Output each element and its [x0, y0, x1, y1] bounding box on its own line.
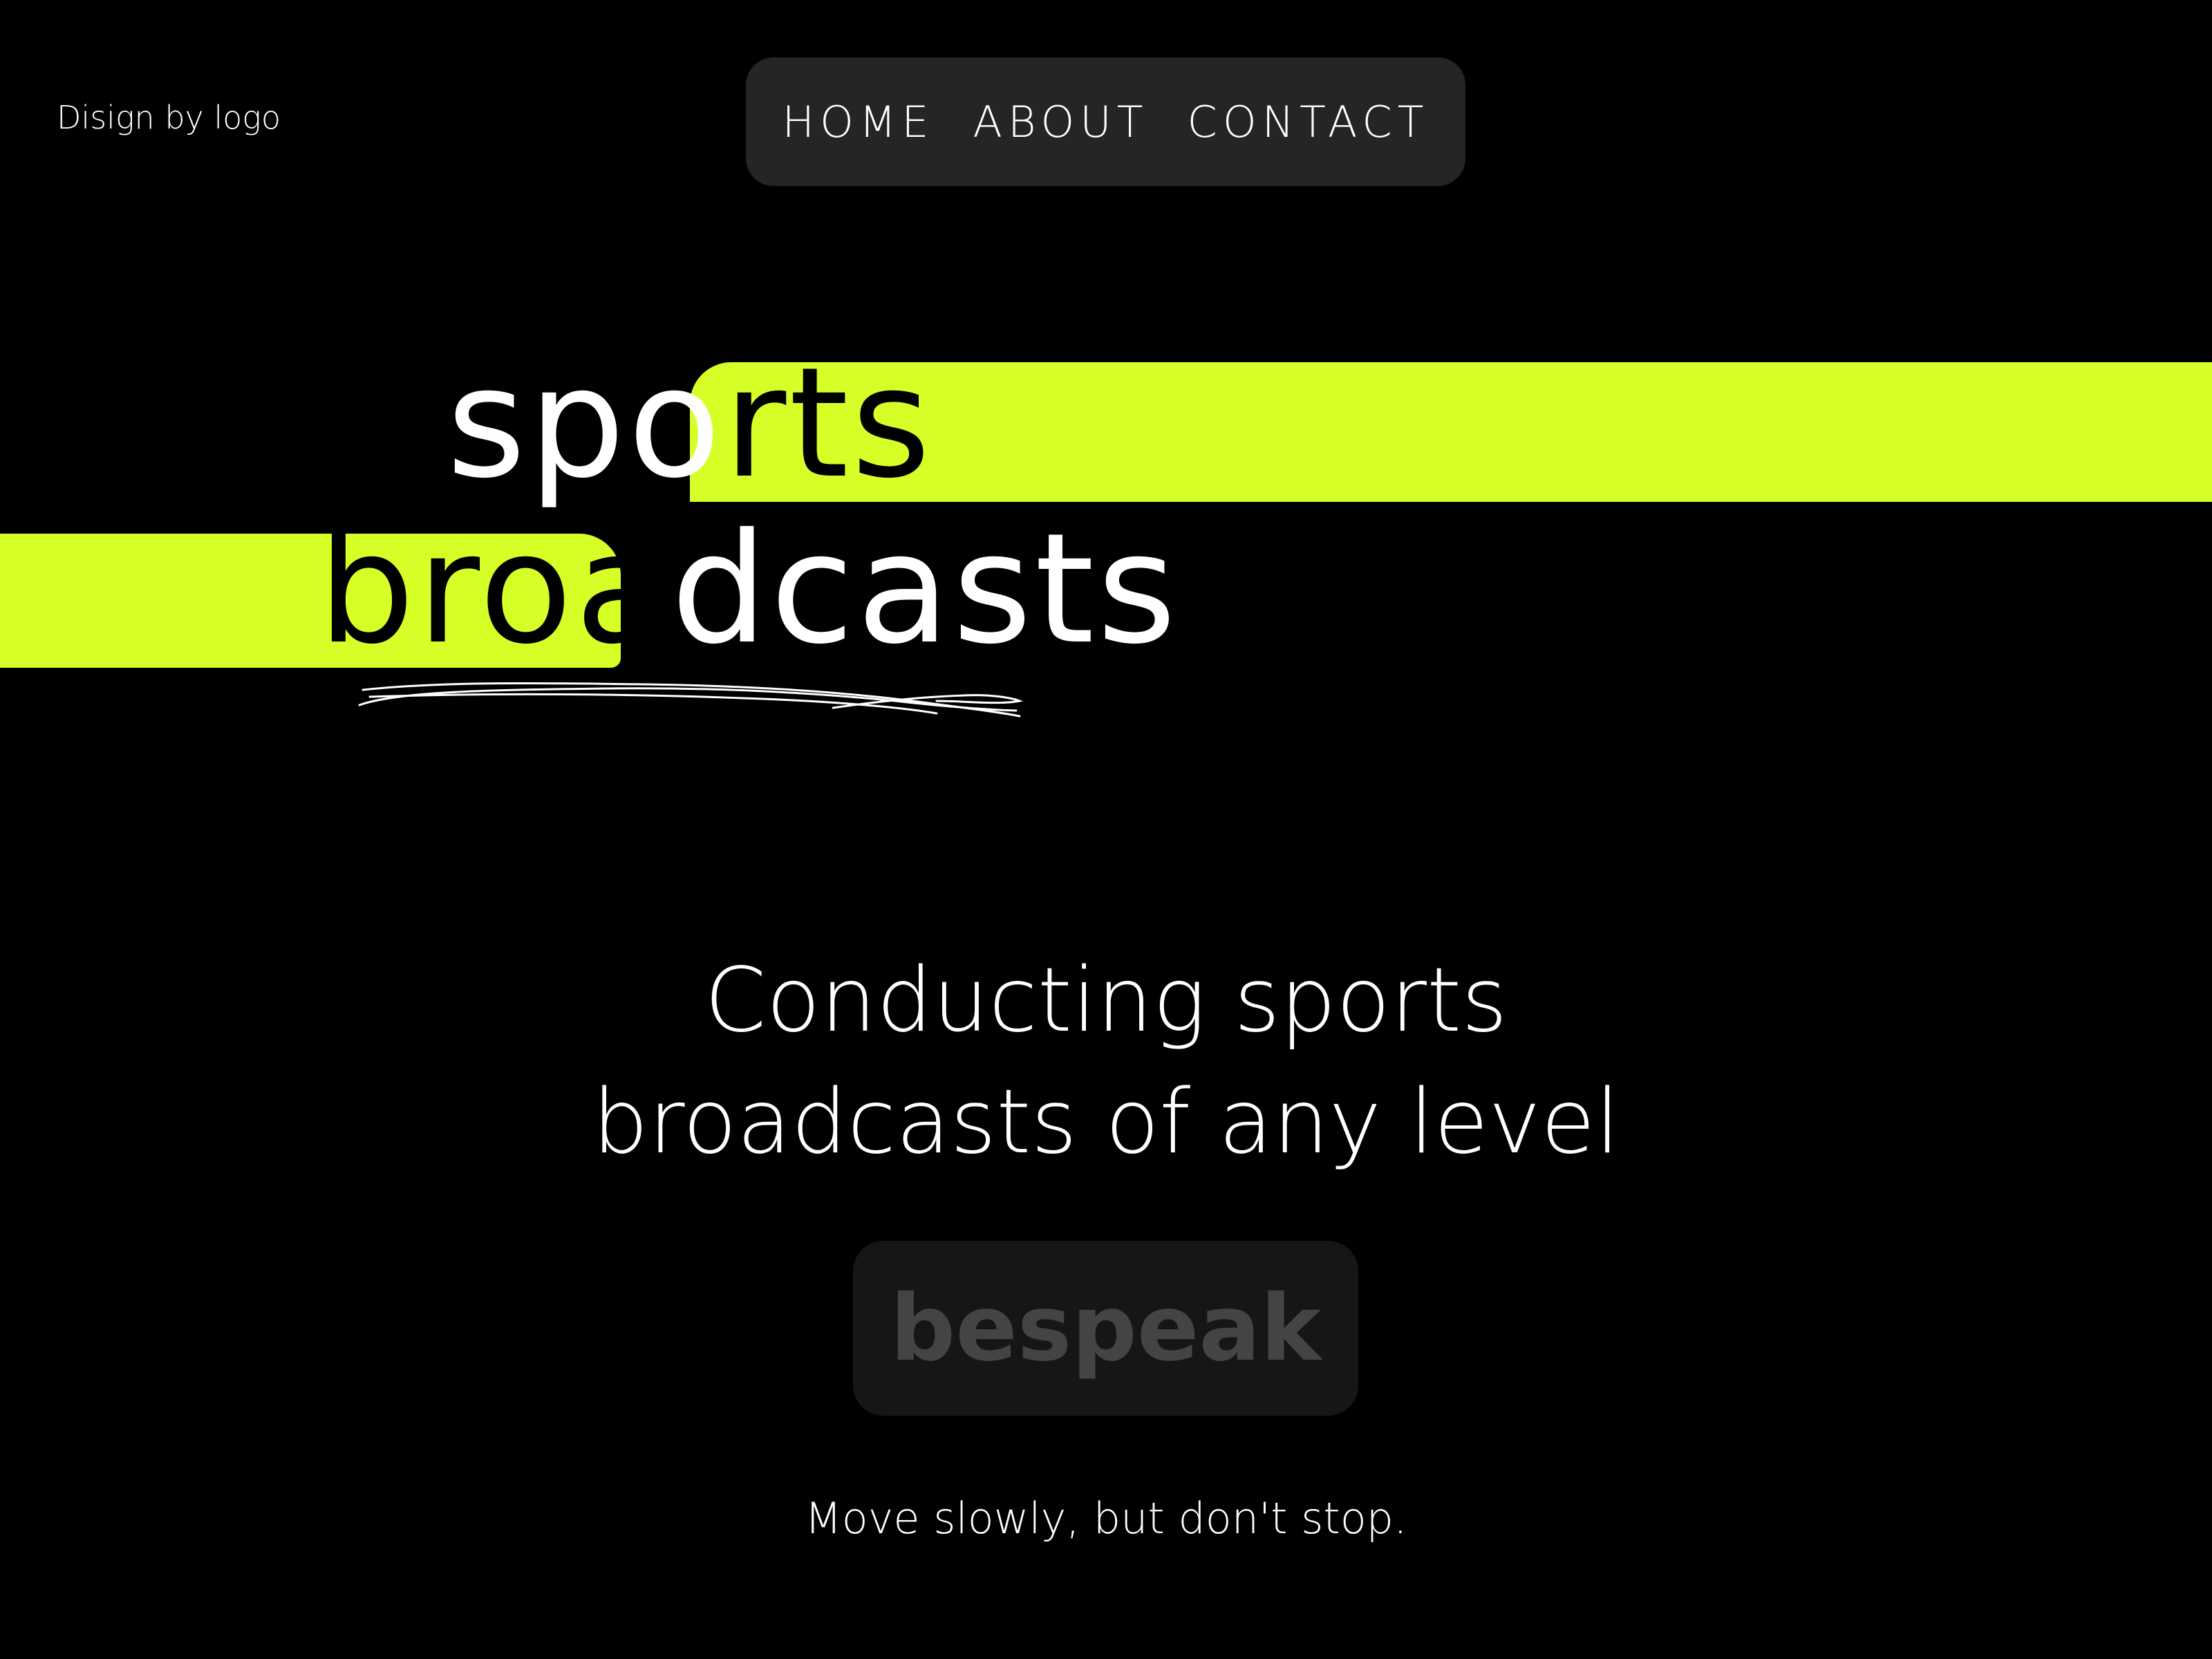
hero-title-line-1-light: spo	[447, 335, 724, 512]
brand-logo[interactable]: Disign by logo	[57, 99, 281, 136]
bespeak-button[interactable]: bespeak	[853, 1241, 1358, 1416]
tagline-line-2: broadcasts of any level	[592, 1071, 1620, 1174]
hero-title-line-2-light: dcasts	[671, 500, 1179, 677]
motto-text: Move slowly, but don't stop.	[805, 1493, 1407, 1544]
hero-title-line-2: broadcasts	[318, 513, 1179, 665]
tagline-line-1: Conducting sports	[704, 949, 1508, 1052]
hero-title-line-2-dark: broa	[318, 500, 671, 677]
nav-about-link[interactable]: ABOUT	[973, 97, 1149, 147]
scribble-underline-icon	[358, 682, 1024, 718]
hero-title-line-1-dark: rts	[723, 335, 934, 512]
tagline: Conducting sports broadcasts of any leve…	[0, 940, 2212, 1183]
nav-home-link[interactable]: HOME	[782, 97, 934, 147]
hero-title-line-1: sports	[447, 347, 933, 499]
main-nav: HOME ABOUT CONTACT	[746, 57, 1465, 186]
nav-contact-link[interactable]: CONTACT	[1188, 97, 1430, 147]
